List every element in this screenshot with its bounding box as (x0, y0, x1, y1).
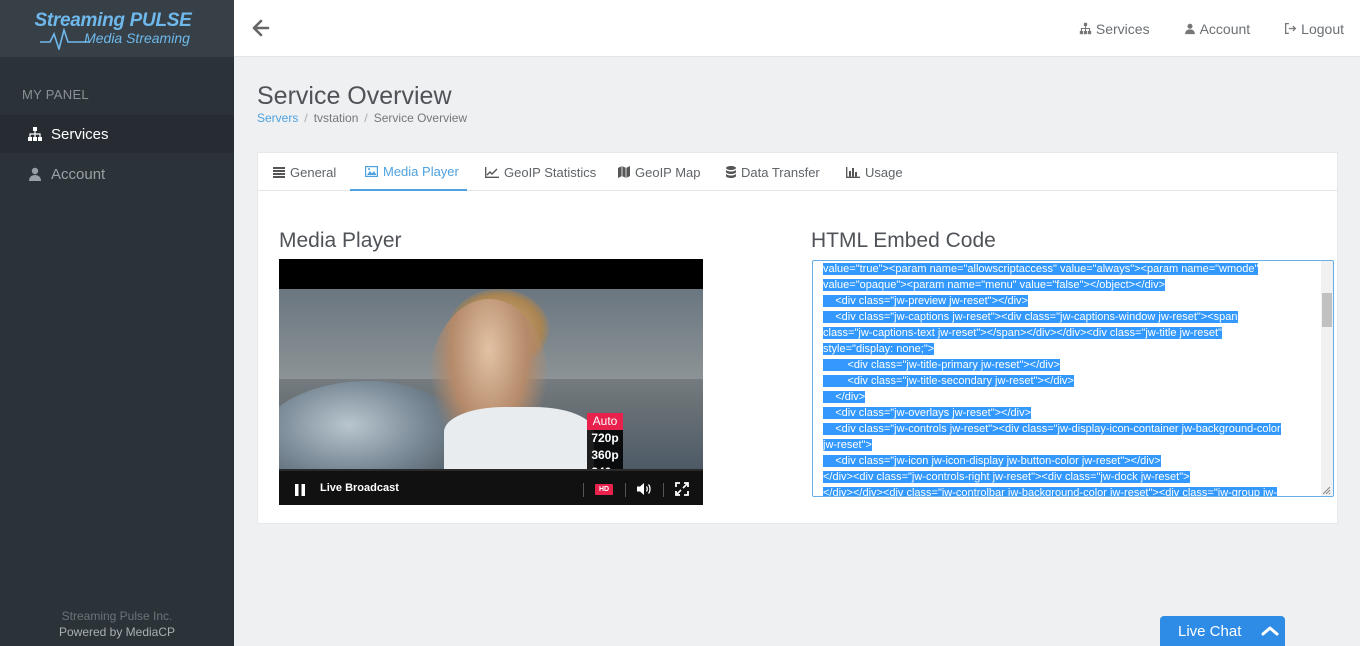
embed-scroll-thumb[interactable] (1322, 293, 1332, 327)
media-player-title: Media Player (279, 229, 402, 252)
top-nav: Services Account Logout (1079, 0, 1344, 57)
chevron-up-icon (1261, 626, 1279, 636)
tab-label: Usage (865, 164, 903, 180)
live-chat-label: Live Chat (1178, 622, 1242, 640)
quality-option[interactable]: 720p (587, 430, 623, 447)
code-line: <div class="jw-controls jw-reset"><div c… (823, 423, 1281, 435)
breadcrumb-separator: / (364, 111, 368, 125)
breadcrumb: Servers / tvstation / Service Overview (257, 111, 467, 125)
sidebar-item-services[interactable]: Services (0, 115, 234, 153)
top-link-label: Logout (1301, 20, 1344, 37)
list-icon (273, 166, 285, 178)
control-divider (583, 483, 584, 497)
code-line: value="true"><param name="allowscriptacc… (823, 263, 1259, 275)
user-icon (29, 167, 41, 181)
tab-label: GeoIP Map (635, 164, 701, 180)
fullscreen-icon[interactable] (675, 482, 689, 496)
sidebar-footer: Streaming Pulse Inc. Powered by MediaCP (0, 608, 234, 640)
video-dress (444, 407, 594, 469)
sidebar-item-account[interactable]: Account (0, 155, 234, 193)
code-line: jw-reset"> (823, 439, 872, 451)
resize-grip-icon[interactable] (1322, 486, 1331, 495)
tab-label: GeoIP Statistics (504, 164, 597, 180)
tab-label: Media Player (383, 163, 459, 179)
tab-data-transfer[interactable]: Data Transfer (726, 153, 820, 191)
control-divider (625, 483, 626, 497)
sitemap-icon (1079, 22, 1092, 35)
embed-scrollbar[interactable] (1321, 261, 1333, 496)
breadcrumb-service: tvstation (313, 111, 359, 125)
player-controlbar: Live Broadcast HD (279, 469, 703, 505)
tab-label: Data Transfer (741, 164, 820, 180)
tab-usage[interactable]: Usage (846, 153, 903, 191)
sidebar: Streaming PULSE Media Streaming MY PANEL… (0, 0, 234, 646)
sidebar-item-label: Account (51, 165, 106, 183)
tab-geoip-map[interactable]: GeoIP Map (618, 153, 701, 191)
breadcrumb-servers[interactable]: Servers (257, 111, 298, 125)
top-link-account[interactable]: Account (1184, 20, 1251, 37)
code-line: </div><div class="jw-controls-right jw-r… (823, 471, 1190, 483)
code-line: </div> (823, 391, 866, 403)
database-icon (726, 166, 736, 178)
pause-icon[interactable] (294, 484, 306, 496)
sign-out-icon (1285, 22, 1297, 35)
code-line: <div class="jw-captions jw-reset"><div c… (823, 311, 1238, 323)
brand-logo[interactable]: Streaming PULSE Media Streaming (0, 0, 234, 57)
breadcrumb-current: Service Overview (373, 111, 468, 125)
hd-quality-button[interactable]: HD (595, 484, 613, 495)
breadcrumb-separator: / (304, 111, 308, 125)
map-icon (618, 166, 630, 178)
sidebar-item-label: Services (51, 125, 109, 143)
top-link-label: Account (1199, 20, 1251, 37)
tab-media-player[interactable]: Media Player (350, 153, 467, 191)
footer-powered-by[interactable]: Powered by MediaCP (0, 624, 234, 640)
video-frame[interactable]: Auto 720p 360p 240p 160p (279, 289, 703, 498)
topbar: Services Account Logout (234, 0, 1360, 57)
top-link-label: Services (1095, 20, 1150, 37)
service-card: General Media Player GeoIP Statistics Ge… (257, 152, 1338, 524)
sitemap-icon (28, 127, 42, 141)
tab-general[interactable]: General (273, 153, 336, 191)
embed-code-textarea[interactable]: value="true"><param name="allowscriptacc… (812, 260, 1334, 497)
top-link-services[interactable]: Services (1079, 21, 1150, 37)
tab-bar: General Media Player GeoIP Statistics Ge… (258, 153, 1337, 191)
brand-line2: Media Streaming (84, 30, 190, 46)
live-chat-button[interactable]: Live Chat (1160, 616, 1285, 646)
quality-option[interactable]: Auto (587, 413, 623, 430)
bar-chart-icon (846, 166, 860, 178)
footer-company: Streaming Pulse Inc. (61, 609, 173, 623)
page-title: Service Overview (257, 82, 452, 110)
tab-geoip-statistics[interactable]: GeoIP Statistics (485, 153, 596, 191)
pulse-wave-icon (40, 28, 90, 50)
code-line: <div class="jw-title-primary jw-reset"><… (823, 359, 1060, 371)
volume-icon[interactable] (637, 482, 653, 496)
live-broadcast-label: Live Broadcast (320, 482, 399, 494)
code-line: <div class="jw-preview jw-reset"></div> (823, 295, 1028, 307)
top-link-logout[interactable]: Logout (1284, 21, 1344, 37)
code-line: style="display: none;"> (823, 343, 935, 355)
line-chart-icon (485, 166, 499, 178)
code-line: <div class="jw-title-secondary jw-reset"… (823, 375, 1074, 387)
panel-label: MY PANEL (22, 87, 89, 102)
embed-code-title: HTML Embed Code (811, 229, 996, 252)
code-line: class="jw-captions-text jw-reset"></span… (823, 327, 1222, 339)
embed-code-text: value="true"><param name="allowscriptacc… (823, 261, 1319, 497)
control-divider (663, 483, 664, 497)
code-line: value="opaque"><param name="menu" value=… (823, 279, 1166, 291)
code-line: <div class="jw-overlays jw-reset"></div> (823, 407, 1032, 419)
quality-option[interactable]: 360p (587, 447, 623, 464)
arrow-left-icon[interactable] (252, 19, 270, 37)
tab-label: General (290, 164, 337, 180)
image-icon (365, 165, 378, 177)
code-line: <div class="jw-icon jw-icon-display jw-b… (823, 455, 1161, 467)
video-player[interactable]: Auto 720p 360p 240p 160p Live Broadcast … (279, 259, 703, 505)
user-icon (1184, 23, 1195, 35)
code-line: </div></div><div class="jw-controlbar jw… (823, 487, 1278, 497)
